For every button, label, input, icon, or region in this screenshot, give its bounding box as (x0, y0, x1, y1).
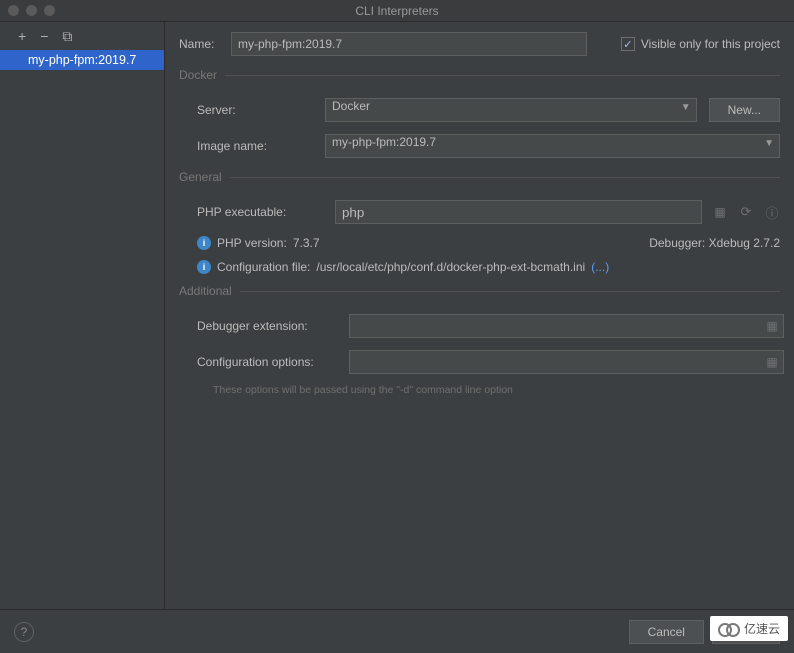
sidebar-toolbar: + − ⧉ (0, 22, 164, 50)
add-icon[interactable]: + (18, 28, 26, 44)
new-server-button[interactable]: New... (709, 98, 780, 122)
debugger-label: Debugger: (649, 236, 705, 250)
config-opts-field[interactable] (349, 350, 784, 374)
image-name-label: Image name: (197, 139, 325, 153)
info-badge-icon: i (197, 236, 211, 250)
visible-only-checkbox[interactable]: ✓ (621, 37, 635, 51)
debugger-value: Xdebug 2.7.2 (709, 236, 780, 250)
watermark-logo-icon (718, 622, 740, 636)
main-panel: Name: ✓ Visible only for this project Do… (165, 22, 794, 609)
info-icon[interactable]: ⓘ (764, 203, 780, 222)
php-version-value: 7.3.7 (293, 236, 320, 250)
interpreter-list-item[interactable]: my-php-fpm:2019.7 (0, 50, 164, 70)
folder-icon[interactable]: ▦ (712, 205, 728, 219)
watermark-text: 亿速云 (744, 620, 780, 637)
visible-only-label: Visible only for this project (641, 37, 780, 51)
folder-icon[interactable]: ▦ (764, 355, 780, 369)
reload-icon[interactable]: ⟳ (738, 204, 754, 220)
footer: ? Cancel Apply (0, 609, 794, 653)
info-badge-icon: i (197, 260, 211, 274)
folder-icon[interactable]: ▦ (764, 319, 780, 333)
php-exe-field[interactable] (335, 200, 702, 224)
debugger-ext-label: Debugger extension: (197, 319, 349, 333)
watermark: 亿速云 (710, 616, 788, 641)
titlebar: CLI Interpreters (0, 0, 794, 22)
server-select[interactable]: Docker (325, 98, 697, 122)
name-field[interactable] (231, 32, 587, 56)
name-label: Name: (179, 37, 231, 51)
section-docker: Docker (179, 68, 780, 82)
sidebar: + − ⧉ my-php-fpm:2019.7 (0, 22, 165, 609)
remove-icon[interactable]: − (40, 28, 48, 44)
config-file-label: Configuration file: (217, 260, 310, 274)
debugger-ext-field[interactable] (349, 314, 784, 338)
window-title: CLI Interpreters (0, 4, 794, 18)
help-icon[interactable]: ? (14, 622, 34, 642)
server-label: Server: (197, 103, 325, 117)
section-general: General (179, 170, 780, 184)
copy-icon[interactable]: ⧉ (62, 28, 72, 45)
php-exe-label: PHP executable: (197, 205, 325, 219)
config-opts-label: Configuration options: (197, 355, 349, 369)
config-opts-hint: These options will be passed using the "… (197, 384, 780, 396)
php-version-label: PHP version: (217, 236, 287, 250)
section-additional: Additional (179, 284, 780, 298)
cancel-button[interactable]: Cancel (629, 620, 704, 644)
config-file-more-link[interactable]: (...) (591, 260, 609, 274)
config-file-value: /usr/local/etc/php/conf.d/docker-php-ext… (316, 260, 585, 274)
image-name-select[interactable]: my-php-fpm:2019.7 (325, 134, 780, 158)
